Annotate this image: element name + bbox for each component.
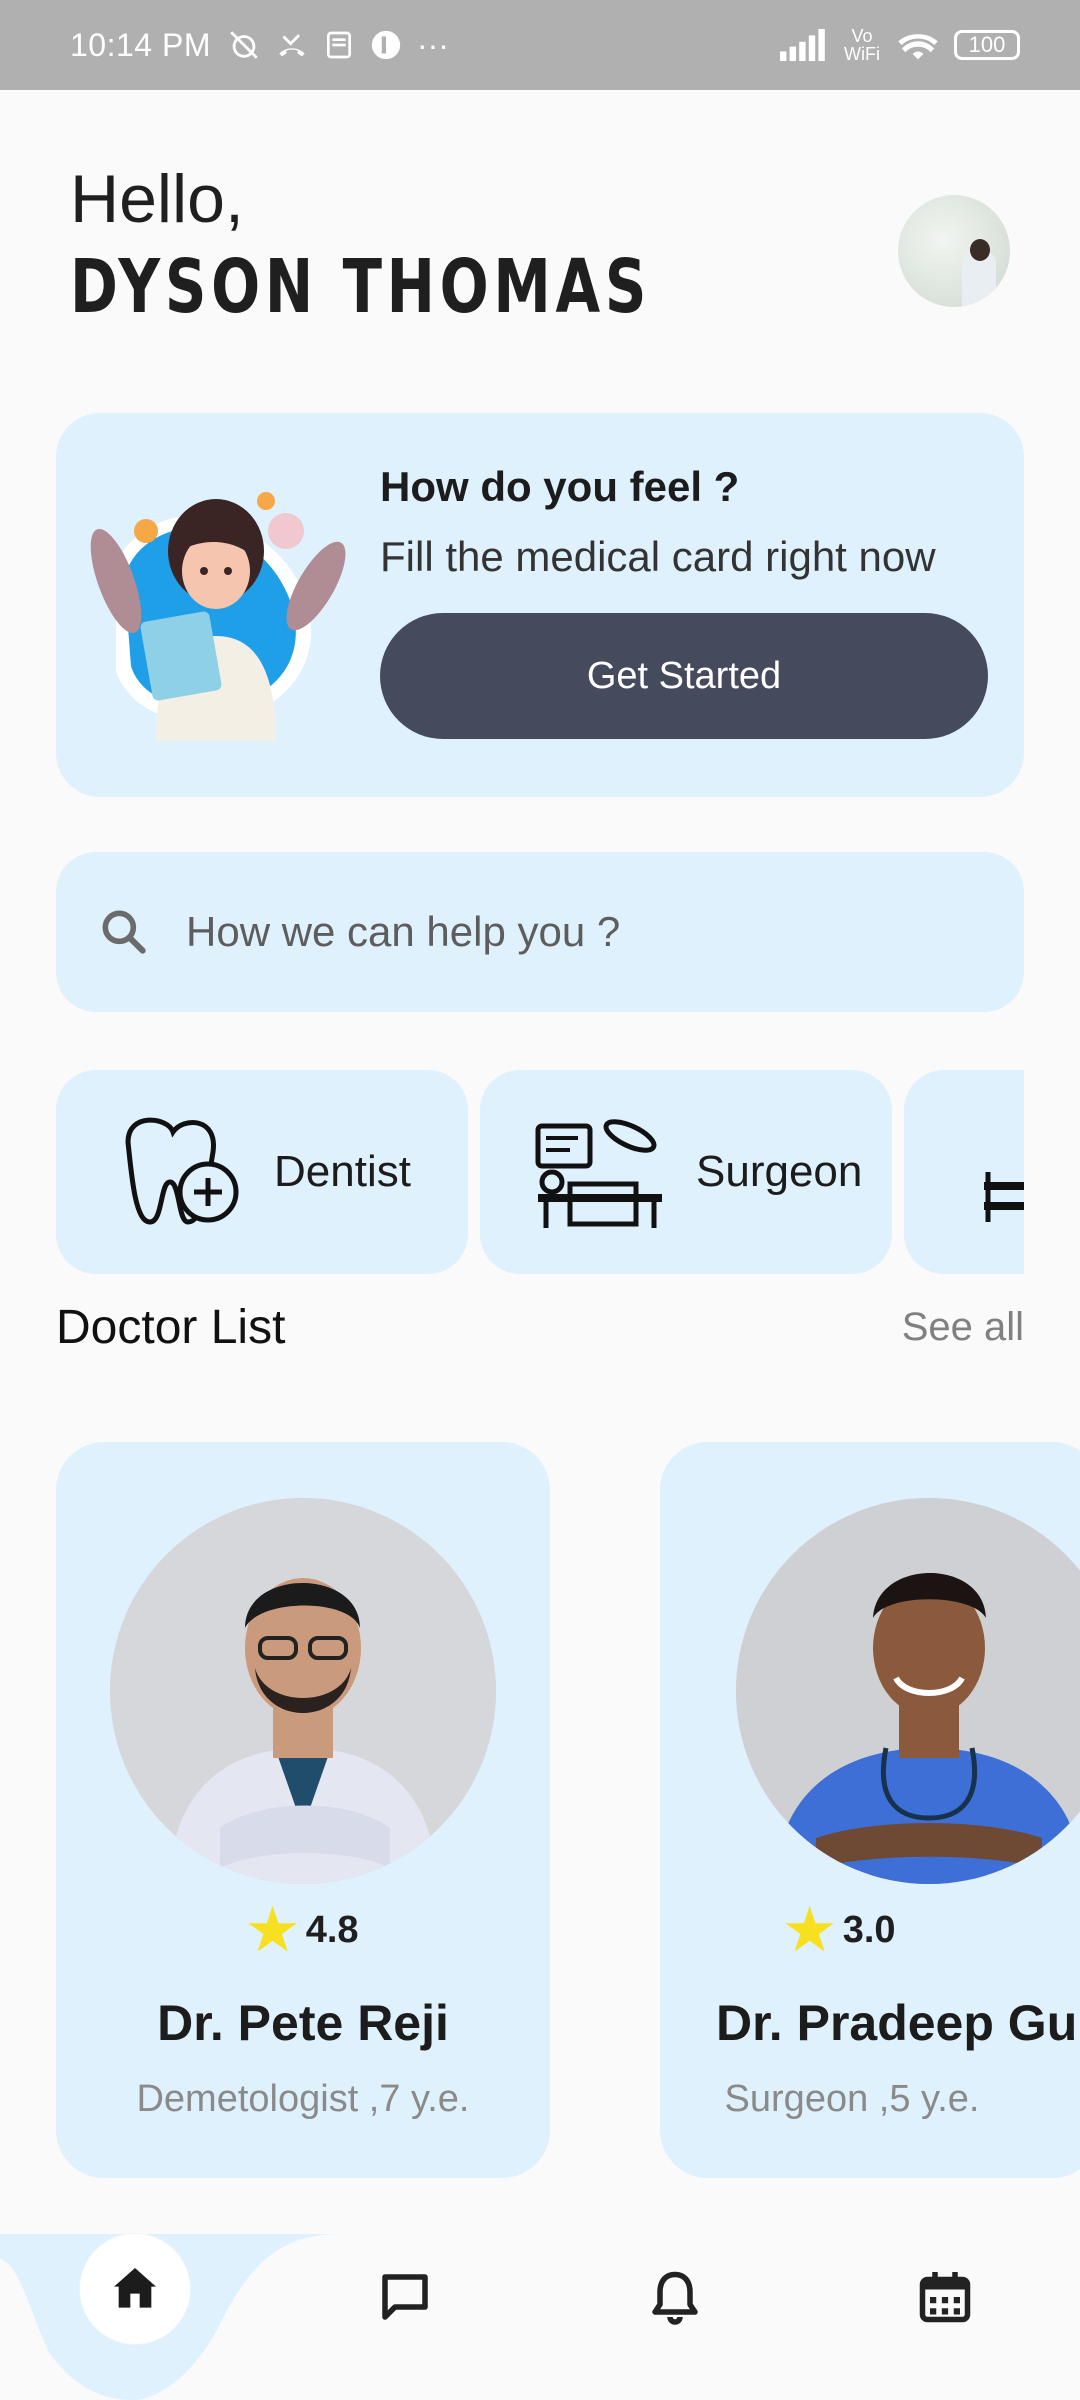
- news-icon: [326, 31, 351, 59]
- doctor-name: Dr. Pradeep Gup: [716, 1995, 1080, 2051]
- doctor-specialty: Surgeon ,5 y.e.: [724, 2078, 980, 2120]
- category-label-surgeon: Surgeon: [696, 1147, 863, 1196]
- chat-icon: [382, 2274, 428, 2320]
- bell-icon: [652, 2271, 698, 2325]
- doctor-rating: ★ 3.0: [660, 1902, 1060, 1958]
- category-dentist[interactable]: Dentist: [56, 1070, 468, 1274]
- more-notifications-icon: ···: [416, 26, 449, 63]
- doctor-specialty: Demetologist ,7 y.e.: [136, 2078, 470, 2120]
- see-all-link[interactable]: See all: [902, 1305, 1024, 1350]
- status-time: 10:14 PM: [70, 26, 211, 63]
- medical-card-promo: How do you feel ? Fill the medical card …: [56, 413, 1024, 797]
- category-label-dentist: Dentist: [274, 1147, 411, 1196]
- vowifi-label: Vo WiFi: [844, 26, 880, 64]
- greeting-hello: Hello,: [70, 161, 244, 237]
- get-started-button[interactable]: Get Started: [380, 613, 988, 739]
- status-notification-icons: ···: [227, 27, 449, 64]
- home-icon: [114, 2268, 156, 2308]
- doctor-photo: [736, 1498, 1080, 1884]
- hospital-bed-icon: [984, 1172, 1024, 1222]
- category-hospital[interactable]: [904, 1070, 1024, 1274]
- doctor-card[interactable]: ★ 4.8 Dr. Pete Reji Demetologist ,7 y.e.: [56, 1442, 550, 2178]
- nav-calendar-button[interactable]: [910, 2262, 980, 2332]
- category-surgeon[interactable]: Surgeon: [480, 1070, 892, 1274]
- status-bar: 10:14 PM ··· Vo WiFi 100: [0, 0, 1080, 90]
- greeting: Hello, DYSON THOMAS: [70, 160, 815, 330]
- doctor-list-header: Doctor List See all: [56, 1300, 1024, 1355]
- nav-home-button[interactable]: [80, 2234, 190, 2344]
- alarm-off-icon: [230, 31, 258, 59]
- signal-icon: [780, 29, 825, 61]
- doctor-illustration-icon: [90, 492, 346, 741]
- star-icon: ★: [247, 1898, 298, 1961]
- category-list: Dentist Surgeon: [56, 1070, 1024, 1274]
- rating-value: 4.8: [305, 1908, 359, 1951]
- bottom-navigation: [0, 2234, 1080, 2400]
- doctor-photo: [110, 1498, 496, 1884]
- search-icon: [102, 910, 146, 954]
- calendar-icon: [919, 2272, 971, 2323]
- nav-chat-button[interactable]: [370, 2262, 440, 2332]
- star-icon: ★: [784, 1898, 835, 1961]
- doctor-name: Dr. Pete Reji: [157, 1995, 449, 2051]
- rating-value: 3.0: [842, 1908, 896, 1951]
- search-input[interactable]: [186, 908, 946, 956]
- app-notification-icon: [371, 30, 401, 60]
- doctor-list-title: Doctor List: [56, 1301, 286, 1354]
- nav-notifications-button[interactable]: [640, 2262, 710, 2332]
- doctor-card[interactable]: ★ 3.0 Dr. Pradeep Gup Surgeon ,5 y.e.: [660, 1442, 1080, 2178]
- doctor-rating: ★ 4.8: [56, 1902, 550, 1958]
- battery-icon: 100: [954, 30, 1020, 60]
- search-bar[interactable]: [56, 852, 1024, 1012]
- promo-title: How do you feel ?: [380, 463, 740, 510]
- wifi-icon: [898, 34, 938, 60]
- tooth-plus-icon: [125, 1117, 239, 1225]
- user-name: DYSON THOMAS: [70, 244, 652, 330]
- profile-avatar[interactable]: [898, 195, 1010, 307]
- surgery-icon: [535, 1119, 662, 1228]
- promo-subtitle: Fill the medical card right now: [380, 533, 936, 580]
- missed-call-icon: [279, 34, 305, 57]
